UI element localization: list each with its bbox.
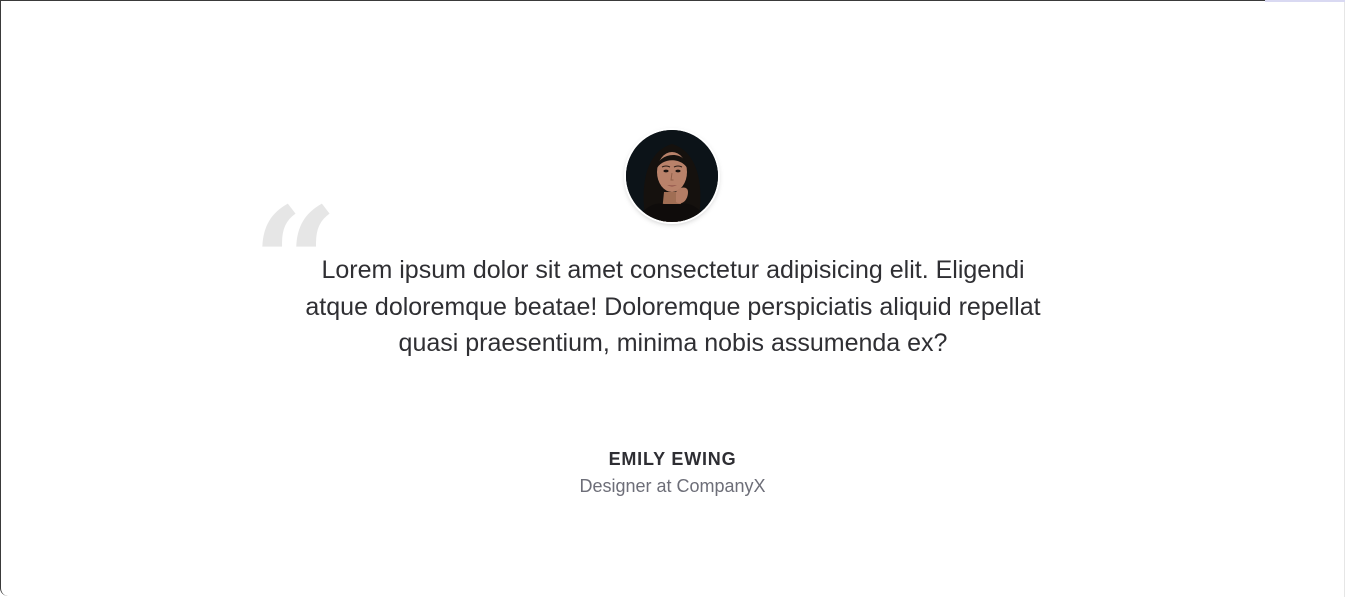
testimonial-section: “ Lorem ipsum dolor sit amet consectetur…	[0, 0, 1345, 597]
avatar	[626, 130, 718, 222]
author-name: EMILY EWING	[608, 449, 737, 469]
author-role: Designer at CompanyX	[579, 476, 766, 496]
testimonial-quote: Lorem ipsum dolor sit amet consectetur a…	[305, 256, 1041, 357]
portrait-image	[626, 130, 718, 222]
